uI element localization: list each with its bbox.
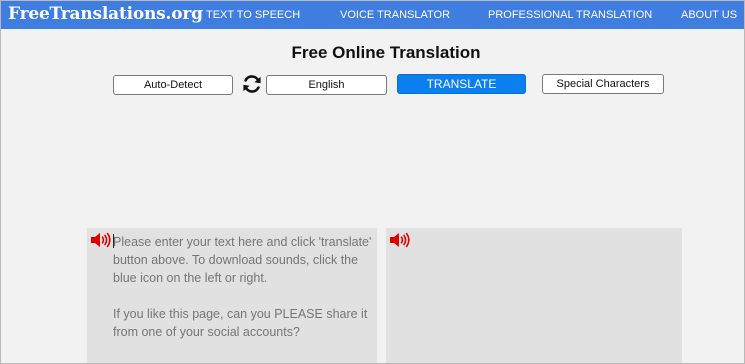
translate-button[interactable]: TRANSLATE (397, 74, 526, 94)
text-cursor (113, 234, 114, 248)
speaker-icon[interactable] (389, 232, 411, 248)
site-logo[interactable]: FreeTranslations.org (8, 3, 203, 25)
source-language-select[interactable]: Auto-Detect (113, 75, 233, 95)
top-navbar: FreeTranslations.org TEXT TO SPEECH VOIC… (0, 0, 745, 29)
translation-output-panel (386, 228, 682, 364)
speaker-icon[interactable] (90, 232, 112, 248)
nav-about-us[interactable]: ABOUT US (681, 9, 737, 22)
page-title: Free Online Translation (291, 43, 481, 62)
source-text-input[interactable] (113, 233, 377, 364)
target-language-select[interactable]: English (266, 75, 387, 95)
special-characters-button[interactable]: Special Characters (542, 74, 664, 94)
nav-voice-translator[interactable]: VOICE TRANSLATOR (340, 9, 450, 22)
swap-languages-icon[interactable] (241, 73, 263, 95)
nav-professional-translation[interactable]: PROFESSIONAL TRANSLATION (488, 9, 652, 22)
nav-text-to-speech[interactable]: TEXT TO SPEECH (206, 9, 300, 22)
source-text-panel (87, 228, 377, 364)
